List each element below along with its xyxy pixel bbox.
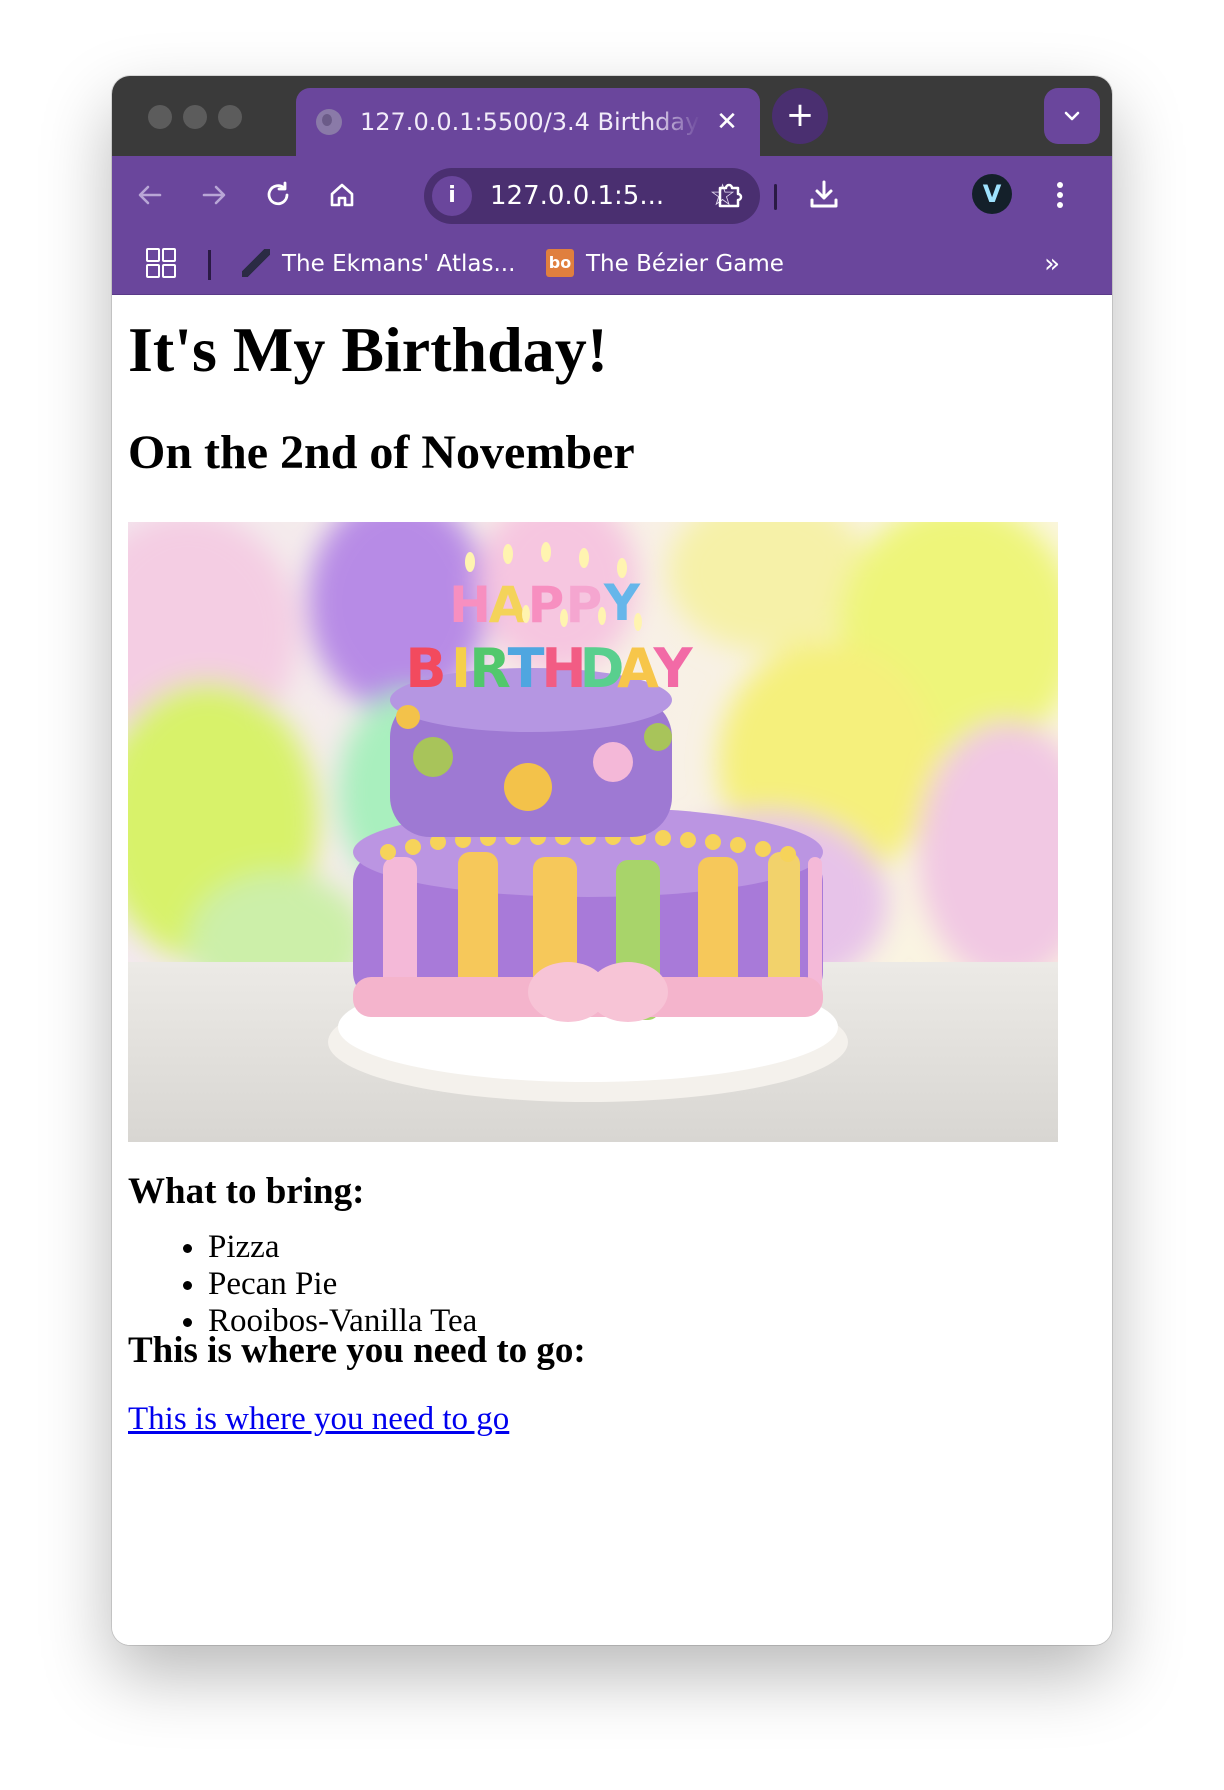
downloads-button[interactable]	[802, 173, 846, 217]
bookmark-label: The Bézier Game	[586, 251, 784, 277]
browser-toolbar: i 127.0.0.1:5... ☆ V	[112, 156, 1112, 234]
page-content: It's My Birthday! On the 2nd of November	[112, 295, 1112, 1645]
bezier-favicon-icon: bo	[546, 248, 574, 277]
where-heading: This is where you need to go:	[128, 1330, 586, 1371]
svg-text:B: B	[405, 637, 446, 700]
arrow-right-icon	[202, 185, 226, 205]
arrow-left-icon	[138, 185, 162, 205]
profile-avatar[interactable]: V	[972, 174, 1012, 214]
extensions-button[interactable]	[708, 173, 752, 217]
svg-text:P: P	[528, 576, 565, 634]
home-button[interactable]	[320, 173, 364, 217]
bring-heading: What to bring:	[128, 1171, 365, 1212]
window-close-dot[interactable]	[148, 105, 172, 129]
birthday-cake-image: B I R T H D A Y H A P P Y	[128, 522, 1058, 1142]
page-subtitle: On the 2nd of November	[128, 426, 635, 479]
bookmarks-divider	[208, 250, 211, 280]
bookmark-label: The Ekmans' Atlas...	[282, 251, 516, 277]
bookmark-bezier-game[interactable]: bo The Bézier Game	[546, 248, 784, 280]
svg-text:H: H	[449, 576, 491, 634]
atlas-favicon-icon	[242, 248, 270, 277]
apps-grid-icon[interactable]	[146, 248, 178, 280]
site-info-icon[interactable]: i	[432, 176, 472, 216]
toolbar-divider	[774, 184, 777, 210]
puzzle-icon	[718, 183, 743, 208]
home-icon	[330, 183, 354, 207]
back-button[interactable]	[128, 173, 172, 217]
svg-text:T: T	[508, 637, 545, 700]
more-bookmarks-icon[interactable]: »	[1044, 248, 1060, 280]
bring-list: Pizza Pecan Pie Rooibos-Vanilla Tea	[164, 1229, 477, 1340]
svg-text:I: I	[451, 637, 471, 700]
tab-active[interactable]: 127.0.0.1:5500/3.4 Birthday Invite/index…	[296, 88, 760, 156]
browser-window: 127.0.0.1:5500/3.4 Birthday Invite/index…	[112, 76, 1112, 1645]
tab-strip: 127.0.0.1:5500/3.4 Birthday Invite/index…	[112, 76, 1112, 156]
cake-illustration: B I R T H D A Y H A P P Y	[128, 522, 1058, 1142]
download-icon	[810, 180, 838, 208]
forward-button[interactable]	[192, 173, 236, 217]
bookmark-ekmans-atlas[interactable]: The Ekmans' Atlas...	[242, 248, 515, 280]
directions-link[interactable]: This is where you need to go	[128, 1401, 509, 1438]
new-tab-button[interactable]: +	[772, 88, 828, 144]
svg-text:Y: Y	[652, 637, 693, 700]
reload-icon	[267, 181, 289, 206]
bookmarks-bar: The Ekmans' Atlas... bo The Bézier Game »	[112, 234, 1112, 295]
svg-text:R: R	[469, 637, 511, 700]
window-minimize-dot[interactable]	[183, 105, 207, 129]
close-icon[interactable]: ✕	[712, 104, 742, 140]
svg-text:P: P	[566, 576, 603, 634]
svg-text:A: A	[489, 576, 528, 634]
tab-search-button[interactable]	[1044, 88, 1100, 144]
page-title: It's My Birthday!	[128, 314, 608, 385]
globe-icon	[316, 109, 342, 135]
kebab-menu-icon	[1057, 182, 1063, 208]
list-item: Pecan Pie	[208, 1266, 477, 1303]
url-text[interactable]: 127.0.0.1:5...	[490, 180, 664, 212]
chevron-down-icon	[1064, 111, 1080, 121]
menu-button[interactable]	[1038, 173, 1082, 217]
list-item: Pizza	[208, 1229, 477, 1266]
tab-title: 127.0.0.1:5500/3.4 Birthday Invite/index…	[360, 108, 700, 136]
reload-button[interactable]	[256, 173, 300, 217]
window-zoom-dot[interactable]	[218, 105, 242, 129]
